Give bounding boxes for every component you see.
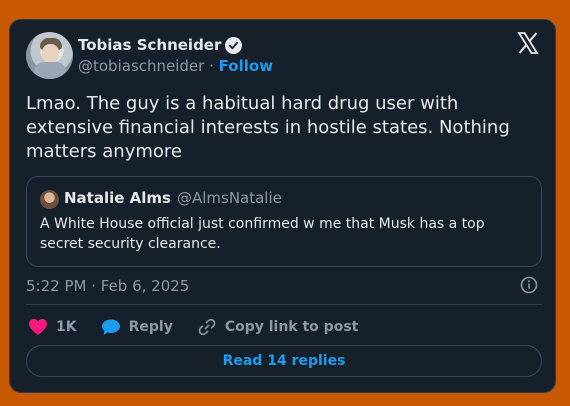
quoted-post-text: A White House official just confirmed w … bbox=[40, 216, 485, 252]
quoted-author-handle: @AlmsNatalie bbox=[176, 189, 282, 207]
copy-link-label: Copy link to post bbox=[224, 319, 359, 335]
info-icon[interactable] bbox=[520, 276, 538, 294]
copy-link-button[interactable]: Copy link to post bbox=[197, 317, 359, 337]
action-bar: 1K Reply Copy link to post bbox=[28, 317, 382, 337]
reply-button[interactable]: Reply bbox=[101, 318, 173, 336]
follow-button[interactable]: Follow bbox=[219, 57, 273, 75]
quoted-author-avatar bbox=[40, 190, 59, 209]
like-button[interactable]: 1K bbox=[28, 318, 77, 336]
reply-icon bbox=[101, 319, 120, 335]
embedded-post-card: Tobias Schneider @tobiaschneider · Follo… bbox=[9, 19, 556, 393]
post-text: Lmao. The guy is a habitual hard drug us… bbox=[26, 93, 510, 162]
divider bbox=[26, 304, 542, 305]
link-icon bbox=[198, 318, 216, 336]
read-replies-button[interactable]: Read 14 replies bbox=[26, 345, 542, 377]
handle-separator: · bbox=[209, 57, 214, 75]
x-logo-icon[interactable] bbox=[516, 31, 540, 55]
quoted-post[interactable]: Natalie Alms @AlmsNatalie A White House … bbox=[26, 176, 542, 267]
author-handle[interactable]: @tobiaschneider bbox=[78, 57, 204, 75]
reply-label: Reply bbox=[128, 319, 173, 335]
author-name-row: Tobias Schneider bbox=[78, 36, 243, 54]
author-handle-row: @tobiaschneider · Follow bbox=[78, 57, 273, 75]
author-name[interactable]: Tobias Schneider bbox=[78, 36, 221, 54]
like-count: 1K bbox=[56, 319, 77, 335]
verified-icon bbox=[225, 36, 243, 54]
heart-icon bbox=[29, 319, 47, 335]
quoted-author-row: Natalie Alms @AlmsNatalie bbox=[64, 189, 282, 207]
quoted-author-name: Natalie Alms bbox=[64, 189, 171, 207]
author-avatar[interactable] bbox=[26, 32, 73, 79]
post-timestamp[interactable]: 5:22 PM · Feb 6, 2025 bbox=[26, 277, 189, 295]
